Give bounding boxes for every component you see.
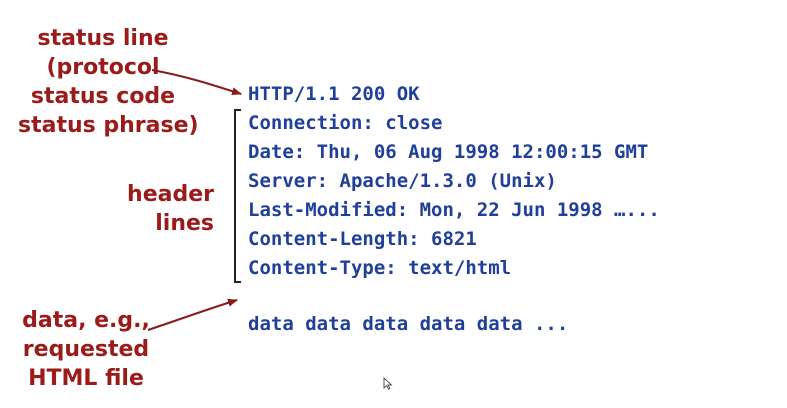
diagram-overlay xyxy=(147,69,393,390)
mouse-pointer-icon xyxy=(383,376,393,390)
data-arrow xyxy=(147,298,238,331)
http-response-diagram: status line (protocol status code status… xyxy=(0,0,787,408)
header-lines-bracket xyxy=(234,109,241,283)
status-line-arrow xyxy=(151,69,242,96)
